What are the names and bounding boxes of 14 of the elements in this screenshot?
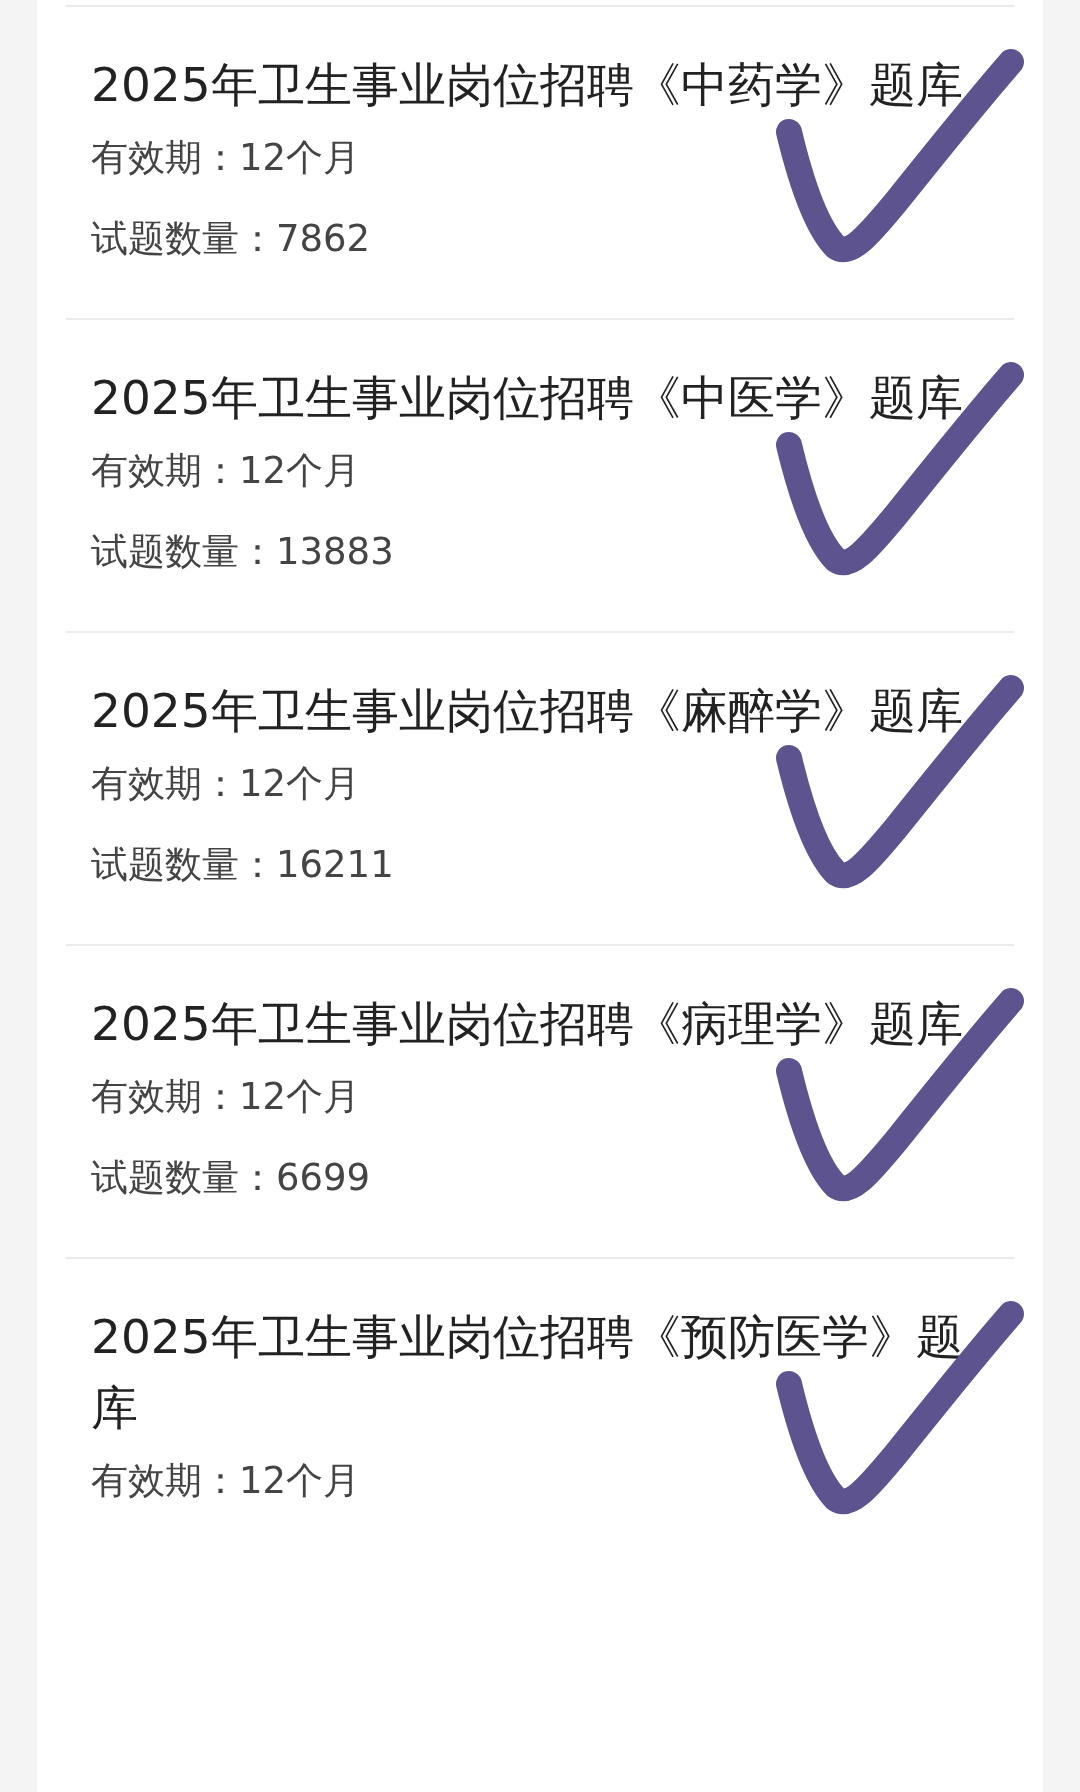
question-count-text: 试题数量：6699 — [91, 1155, 372, 1201]
validity-text: 有效期：12个月 — [91, 761, 362, 807]
question-count-text: 试题数量：7862 — [91, 216, 372, 262]
question-count-text: 试题数量：13883 — [91, 529, 395, 575]
validity-text: 有效期：12个月 — [91, 448, 362, 494]
validity-text: 有效期：12个月 — [91, 135, 362, 181]
validity-text: 有效期：12个月 — [91, 1074, 362, 1120]
item-title: 2025年卫生事业岗位招聘《中药学》题库 — [91, 56, 964, 114]
item-title: 2025年卫生事业岗位招聘《中医学》题库 — [91, 369, 964, 427]
item-title: 2025年卫生事业岗位招聘《病理学》题库 — [91, 995, 964, 1053]
item-title: 2025年卫生事业岗位招聘《预防医学》题库 — [91, 1308, 964, 1437]
question-count-text: 试题数量：16211 — [91, 842, 395, 888]
validity-text: 有效期：12个月 — [91, 1458, 362, 1504]
item-title: 2025年卫生事业岗位招聘《麻醉学》题库 — [91, 682, 964, 740]
